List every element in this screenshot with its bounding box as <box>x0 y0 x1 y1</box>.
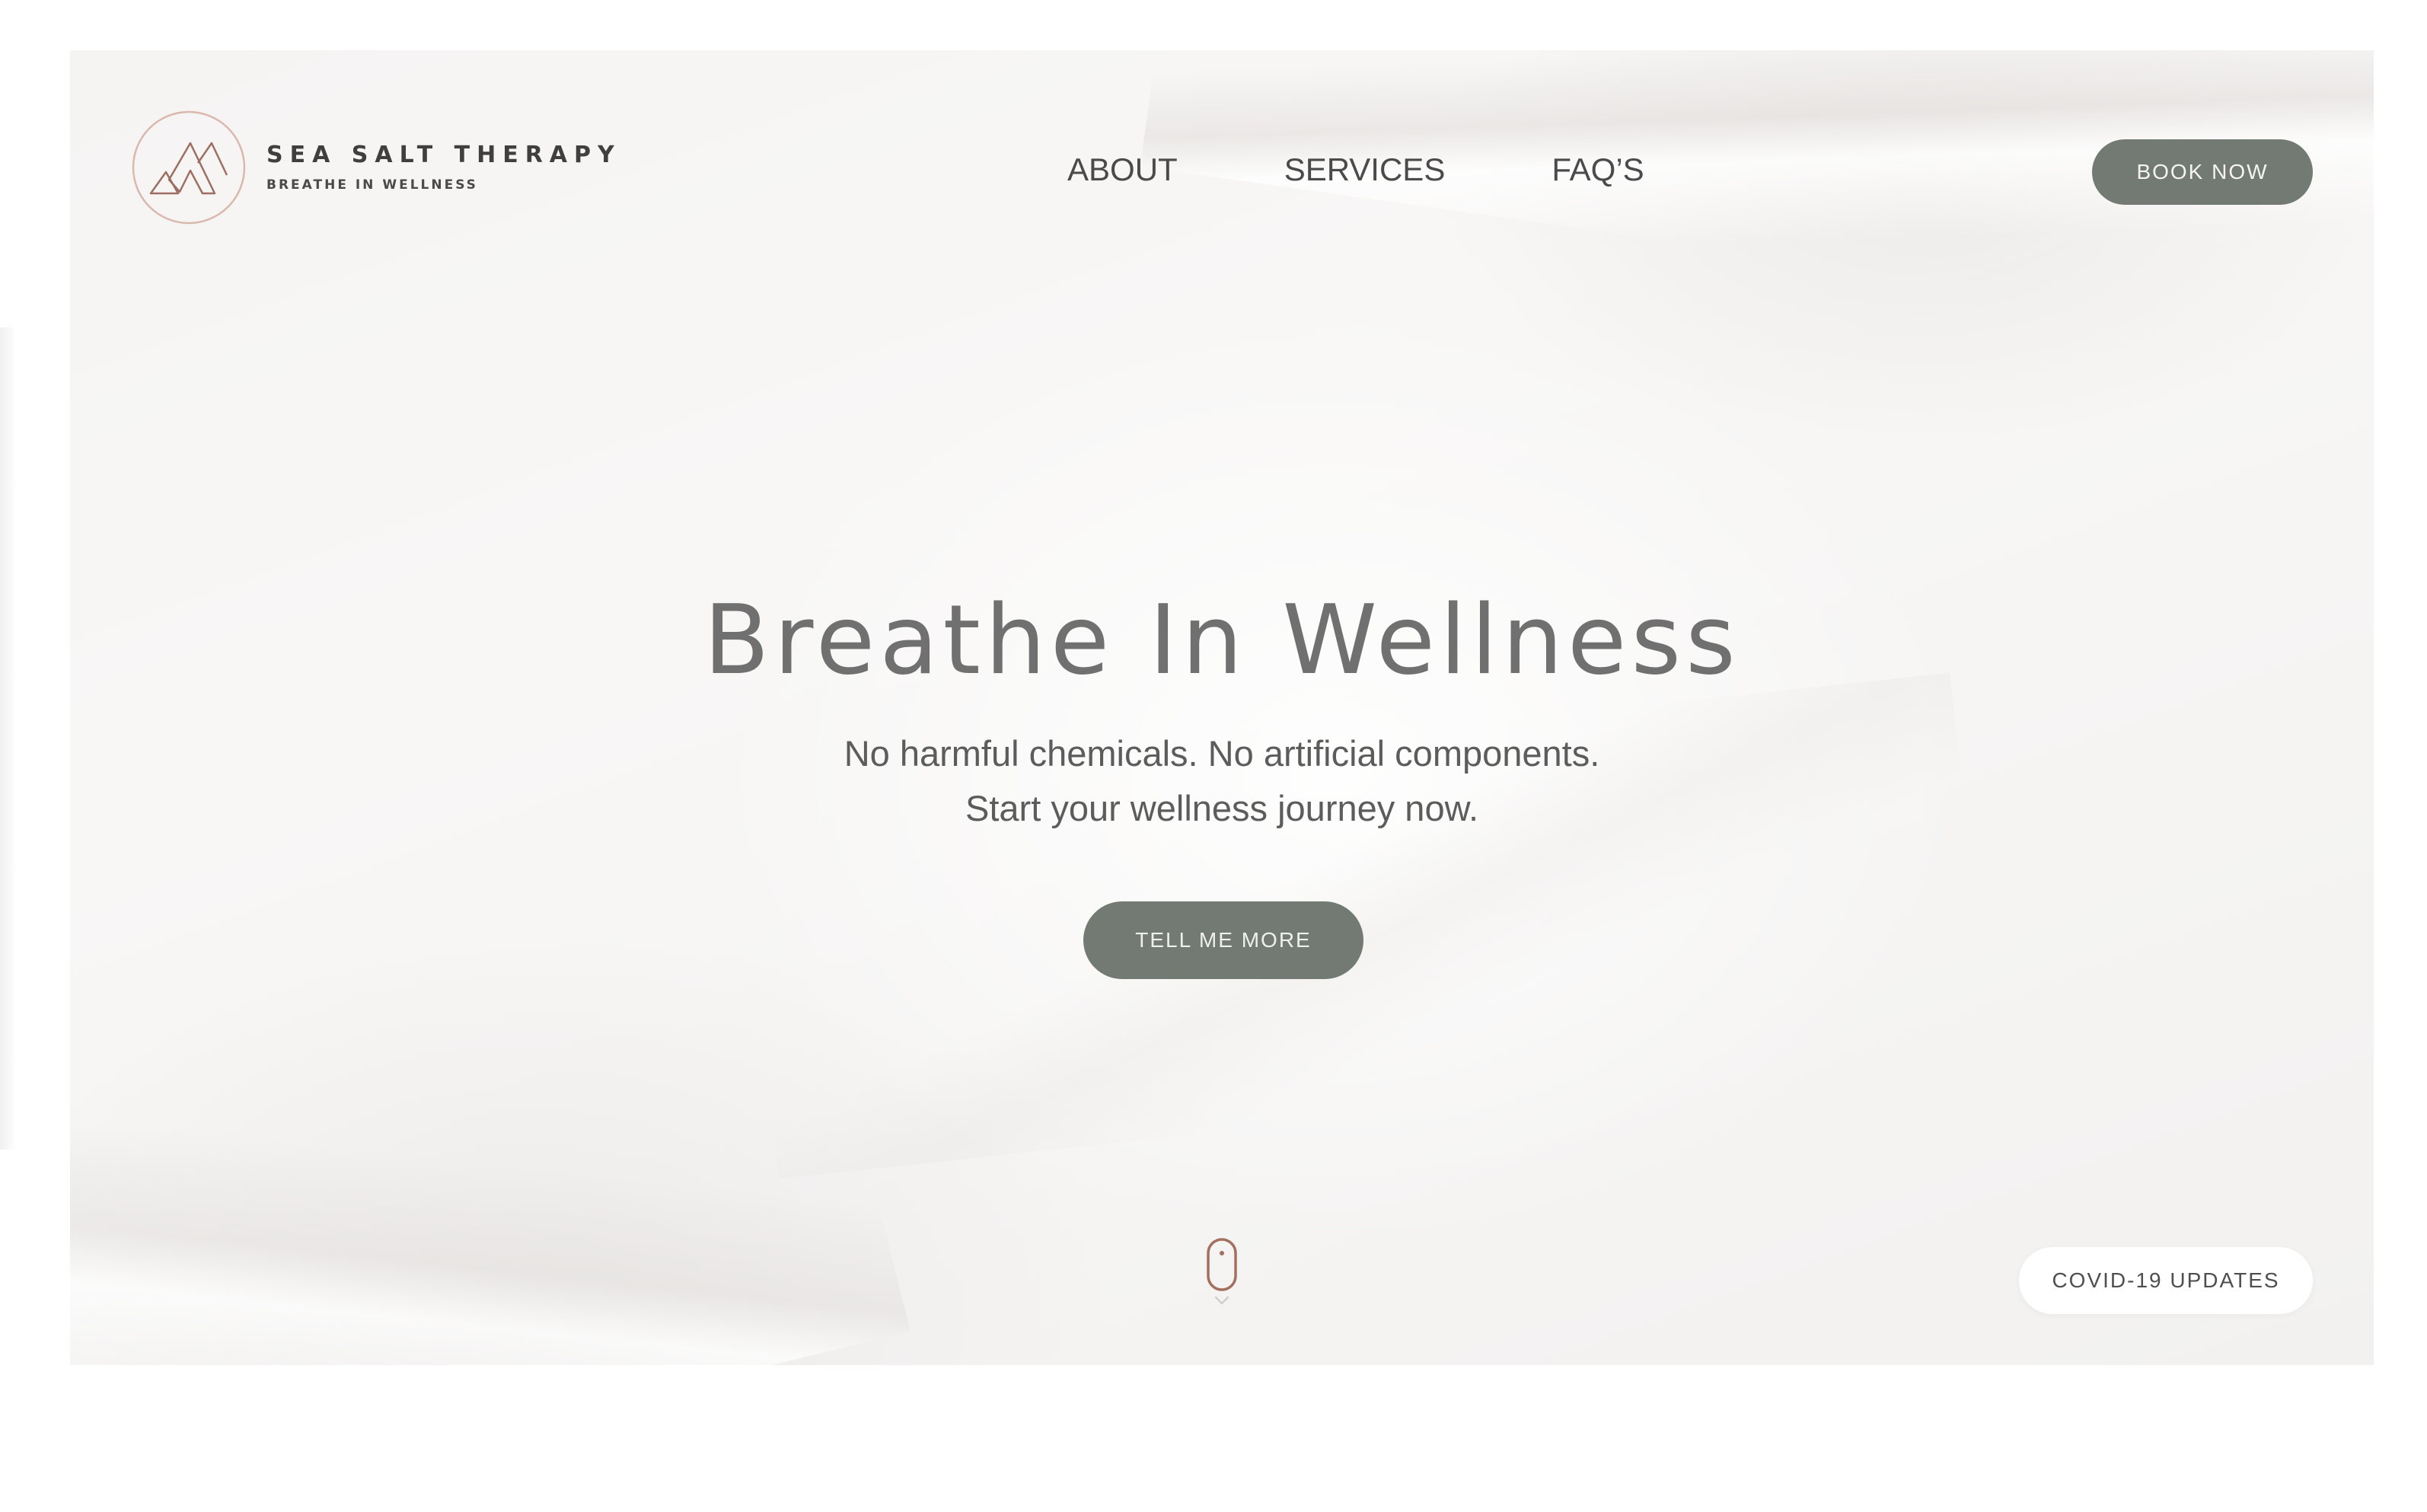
main-nav: ABOUT SERVICES FAQ’S <box>1067 151 1644 189</box>
mountain-circle-logo-icon <box>132 110 246 225</box>
hero-subtitle-line-1: No harmful chemicals. No artificial comp… <box>844 733 1600 774</box>
nav-item-services[interactable]: SERVICES <box>1284 151 1446 189</box>
covid-updates-button[interactable]: COVID-19 UPDATES <box>2019 1247 2313 1314</box>
nav-item-faqs[interactable]: FAQ’S <box>1552 151 1644 189</box>
fabric-fold-decoration <box>70 946 911 1365</box>
hero-subtitle: No harmful chemicals. No artificial comp… <box>70 726 2374 836</box>
tell-me-more-button[interactable]: TELL ME MORE <box>1083 901 1363 979</box>
book-now-button[interactable]: BOOK NOW <box>2092 139 2313 205</box>
brand-tagline: BREATHE IN WELLNESS <box>266 177 478 193</box>
brand-name: SEA SALT THERAPY <box>266 142 621 168</box>
hero-section: SEA SALT THERAPY BREATHE IN WELLNESS ABO… <box>70 50 2374 1365</box>
page: SEA SALT THERAPY BREATHE IN WELLNESS ABO… <box>0 0 2427 1512</box>
hero-title: Breathe In Wellness <box>703 584 1740 696</box>
nav-item-about[interactable]: ABOUT <box>1067 151 1178 189</box>
brand-text: SEA SALT THERAPY BREATHE IN WELLNESS <box>266 142 621 193</box>
hero-subtitle-line-2: Start your wellness journey now. <box>965 788 1478 828</box>
mouse-scroll-icon[interactable] <box>1203 1236 1241 1313</box>
left-edge-shadow <box>0 327 17 1150</box>
brand-home-link[interactable]: SEA SALT THERAPY BREATHE IN WELLNESS <box>131 110 621 225</box>
